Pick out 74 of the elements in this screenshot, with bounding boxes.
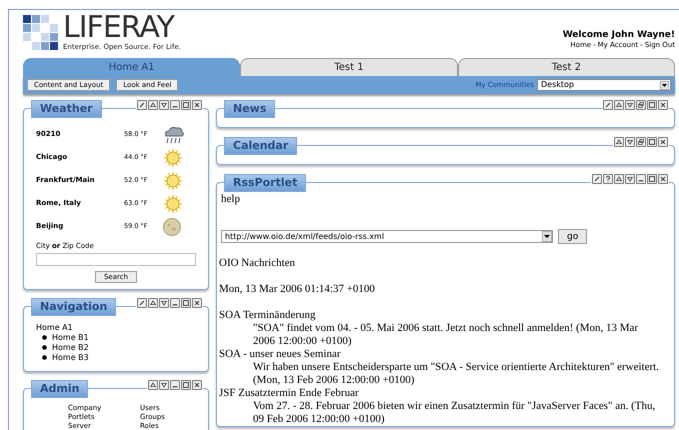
close-icon[interactable]: [658, 100, 668, 110]
communities-dropdown[interactable]: Desktop: [537, 79, 671, 91]
restore-icon[interactable]: [636, 137, 646, 147]
minimize-icon[interactable]: [636, 174, 646, 184]
page-tab[interactable]: Test 1: [240, 58, 458, 76]
close-icon[interactable]: [192, 100, 202, 110]
entry-description: Vom 27. - 28. Februar 2006 bieten wir einen Zusatztermin für "JavaServer Faces" an. (Thu, 09 Feb 2006 12:00:00 +0100): [252, 400, 656, 426]
down-icon[interactable]: [625, 137, 635, 147]
maximize-icon[interactable]: [181, 380, 191, 390]
down-icon[interactable]: [625, 174, 635, 184]
entry-description: Wir haben unsere Entscheidersparte um "SOA - Service orientierte Architekturen" erweitert. (Mon, 13 Feb 2006 12:00:00 +0100): [252, 361, 660, 387]
up-icon[interactable]: [614, 137, 624, 147]
close-icon[interactable]: [658, 137, 668, 147]
entry-description: "SOA" findet vom 04. - 05. Mai 2006 statt. Jetzt noch schnell anmelden! (Mon, 13 Mar 2006 12:00:00 +0100): [252, 322, 640, 348]
sun-icon: [162, 194, 184, 214]
portlet-title: Admin: [31, 380, 88, 398]
edit-icon[interactable]: [137, 100, 147, 110]
down-icon[interactable]: [625, 100, 635, 110]
close-icon[interactable]: [192, 298, 202, 308]
edit-icon[interactable]: [592, 174, 602, 184]
sun-icon: [162, 170, 184, 190]
down-icon[interactable]: [159, 380, 169, 390]
entry-title[interactable]: JSF Zusatztermin Ende Februar: [219, 387, 670, 400]
up-icon[interactable]: [148, 100, 158, 110]
up-icon[interactable]: [614, 100, 624, 110]
portlet-title: News: [224, 100, 276, 118]
close-icon[interactable]: [658, 174, 668, 184]
entry-title[interactable]: SOA Terminänderung: [219, 309, 670, 322]
logo-icon: [23, 14, 61, 50]
entry-title[interactable]: SOA - unser neues Seminar: [219, 348, 670, 361]
help-text: help: [220, 193, 241, 206]
help-icon[interactable]: [603, 174, 613, 184]
bullet-icon: [42, 355, 47, 360]
navigation-link[interactable]: Home B1: [52, 332, 89, 342]
close-icon[interactable]: [192, 380, 202, 390]
edit-icon[interactable]: [603, 100, 613, 110]
maximize-icon[interactable]: [647, 100, 657, 110]
portlet-title: Calendar: [224, 137, 298, 155]
dropdown-arrow-icon: [660, 80, 669, 90]
restore-icon[interactable]: [636, 100, 646, 110]
feed-date: Mon, 13 Mar 2006 01:14:37 +0100: [219, 283, 376, 296]
welcome-text: Welcome John Wayne!: [562, 29, 675, 41]
logo-wordmark: LIFERAY: [63, 13, 175, 43]
portlet-title: Navigation: [31, 298, 116, 316]
maximize-icon[interactable]: [181, 100, 191, 110]
minimize-icon[interactable]: [170, 100, 180, 110]
navigation-link[interactable]: Home B2: [52, 342, 89, 352]
page-tab[interactable]: Test 2: [458, 58, 675, 76]
maximize-icon[interactable]: [181, 298, 191, 308]
dropdown-arrow-icon: [542, 231, 552, 242]
up-icon[interactable]: [148, 298, 158, 308]
page-tab[interactable]: Home A1: [23, 58, 240, 76]
minimize-icon[interactable]: [170, 298, 180, 308]
up-icon[interactable]: [614, 174, 624, 184]
up-icon[interactable]: [148, 380, 158, 390]
moon-icon: [162, 216, 182, 236]
navigation-link[interactable]: Home A1: [36, 322, 73, 332]
city-input-field[interactable]: [36, 252, 196, 266]
go-button[interactable]: go: [558, 229, 588, 244]
maximize-icon[interactable]: [647, 174, 657, 184]
feed-title: OIO Nachrichten: [219, 257, 296, 270]
navigation-link[interactable]: Home B3: [52, 352, 89, 362]
down-icon[interactable]: [159, 100, 169, 110]
down-icon[interactable]: [159, 298, 169, 308]
minimize-icon[interactable]: [170, 380, 180, 390]
maximize-icon[interactable]: [647, 137, 657, 147]
feed-url-dropdown[interactable]: http://www.oio.de/xml/feeds/oio-rss.xml: [221, 230, 553, 243]
portlet-title: RssPortlet: [224, 174, 306, 192]
edit-icon[interactable]: [137, 298, 147, 308]
bullet-icon: [42, 345, 47, 350]
bullet-icon: [42, 335, 47, 340]
sun-icon: [162, 148, 184, 168]
portlet-title: Weather: [31, 100, 102, 118]
rain-cloud-icon: [162, 124, 186, 144]
